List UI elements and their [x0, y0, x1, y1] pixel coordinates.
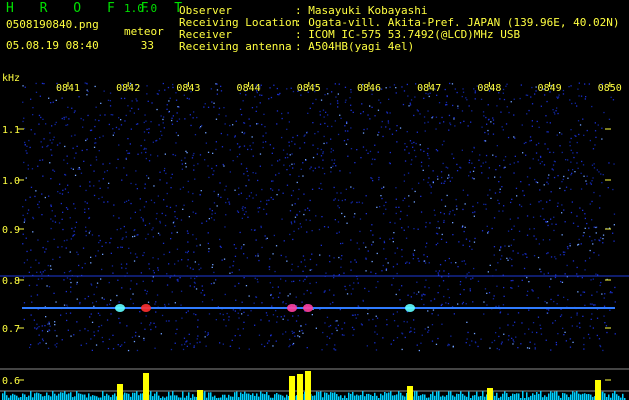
time-tick-label: 0848 [477, 83, 501, 94]
time-tick-label: 0849 [538, 83, 562, 94]
histogram-peak [407, 386, 413, 400]
histogram-peak [117, 384, 123, 400]
time-tick-label: 0841 [56, 83, 80, 94]
histogram-peak [297, 374, 303, 400]
y-tick-label: 0.7 [2, 324, 20, 335]
meteor-echo [115, 304, 125, 312]
meteor-echo [287, 304, 297, 312]
meteor-echo [303, 304, 313, 312]
time-tick-label: 0842 [116, 83, 140, 94]
time-tick-label: 0843 [176, 83, 200, 94]
filename-label: 0508190840.png [6, 18, 99, 31]
meteor-echo [141, 304, 151, 312]
histogram-peak [305, 371, 311, 400]
y-tick-label: 1.1 [2, 125, 20, 136]
y-tick-label: 1.0 [2, 176, 20, 187]
time-tick-label: 0847 [417, 83, 441, 94]
histogram-peak [289, 376, 295, 400]
histogram-peak [197, 390, 203, 400]
meteor-label: meteor [124, 25, 164, 38]
meteor-echo [405, 304, 415, 312]
y-tick-label: 0.6 [2, 376, 20, 387]
time-tick-label: 0845 [297, 83, 321, 94]
histogram-peak [595, 380, 601, 400]
antenna-label: Receiving antenna [179, 40, 292, 53]
time-tick-label: 0844 [237, 83, 261, 94]
noise-layer [22, 82, 616, 352]
antenna-value: : A504HB(yagi 4el) [295, 40, 415, 53]
meteor-count: 33 [140, 39, 154, 52]
header-panel: H R O F F T 1.0.0 0508190840.png meteor … [0, 0, 629, 80]
y-tick-label: 0.9 [2, 225, 20, 236]
y-tick-label: 0.8 [2, 276, 20, 287]
time-tick-label: 0850 [598, 83, 622, 94]
histogram-peak [487, 388, 493, 400]
histogram-peak [143, 373, 149, 400]
spectrogram: 1.1 1.0 0.9 0.8 0.7 0.6 0841 0842 0843 0844 0845 0… [0, 82, 629, 400]
y-axis: 1.1 1.0 0.9 0.8 0.7 0.6 [2, 125, 611, 387]
datetime-label: 05.08.19 08:40 [6, 39, 99, 52]
version-label: 1.0.0 [124, 2, 158, 15]
app-title: H R O F F T [6, 1, 192, 16]
time-tick-label: 0846 [357, 83, 381, 94]
histogram-layer [2, 371, 626, 400]
